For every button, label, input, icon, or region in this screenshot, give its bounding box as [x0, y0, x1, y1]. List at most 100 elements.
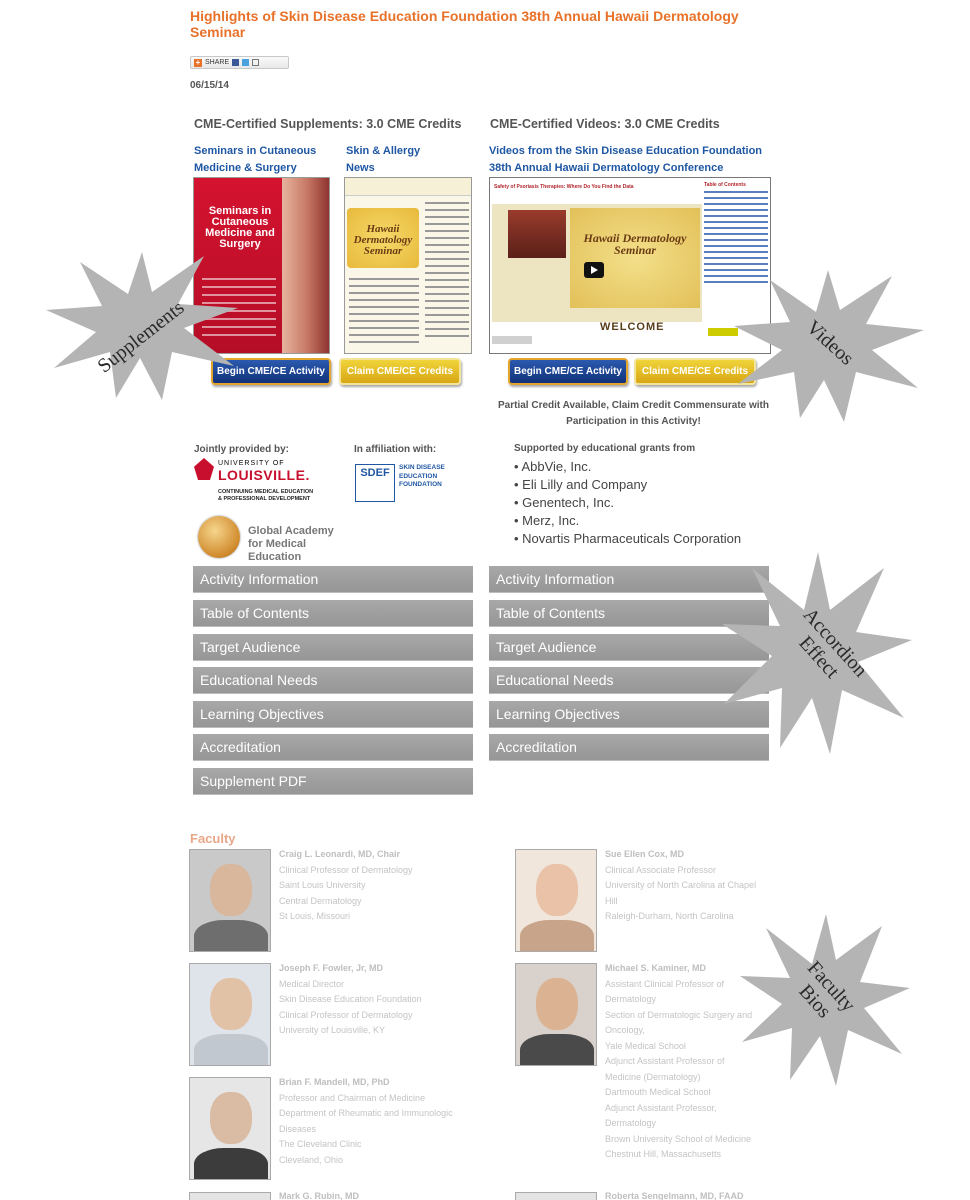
faculty-photo-fowler[interactable] — [189, 963, 271, 1066]
faculty-detail: Medicine (Dermatology) — [605, 1071, 701, 1082]
affiliation-label: In affiliation with: — [354, 444, 437, 455]
faculty-detail: Hill — [605, 895, 618, 906]
support-label: Supported by educational grants from — [514, 443, 696, 454]
global-academy-name: Global Academy for Medical Education — [248, 525, 334, 563]
faculty-detail: Brown University School of Medicine — [605, 1133, 752, 1144]
faculty-detail: Department of Rheumatic and Immunologic — [279, 1108, 453, 1118]
video-welcome: WELCOME — [600, 321, 665, 333]
skin-allergy-cover-image[interactable]: Hawaii Dermatology Seminar — [344, 177, 472, 354]
faculty-detail: Dermatology — [605, 1118, 657, 1128]
faculty-detail: Section of Dermatologic Surgery and — [605, 1009, 753, 1020]
accordion-left-accreditation[interactable]: Accreditation — [193, 734, 473, 761]
accordion-left-activity-information[interactable]: Activity Information — [193, 566, 473, 593]
faculty-name: Joseph F. Fowler, Jr, MD — [279, 963, 384, 973]
faculty-detail: Diseases — [279, 1123, 317, 1134]
louisville-university-text: UNIVERSITY OF — [218, 460, 285, 467]
faculty-detail: The Cleveland Clinic — [279, 1139, 362, 1149]
faculty-name: Craig L. Leonardi, MD, Chair — [279, 849, 401, 859]
faculty-bio-rubin: Mark G. Rubin, MD — [279, 1189, 359, 1200]
supplements-claim-button[interactable]: Claim CME/CE Credits — [339, 358, 461, 385]
sdef-logo[interactable]: SDEF SKIN DISEASE EDUCATION FOUNDATION — [355, 462, 445, 502]
faculty-detail: Clinical Professor of Dermatology — [279, 864, 413, 875]
faculty-bio-fowler: Joseph F. Fowler, Jr, MD Medical Directo… — [279, 961, 422, 1039]
videos-begin-button[interactable]: Begin CME/CE Activity — [508, 358, 628, 385]
skin-allergy-link[interactable]: Skin & Allergy News — [346, 143, 420, 177]
faculty-bio-leonardi: Craig L. Leonardi, MD, Chair Clinical Pr… — [279, 847, 413, 925]
faculty-photo-kaminer[interactable] — [515, 963, 597, 1066]
cardinal-icon — [194, 458, 214, 480]
faculty-photo-leonardi[interactable] — [189, 849, 271, 952]
accordion-left-supplement-pdf[interactable]: Supplement PDF — [193, 768, 473, 795]
grant-item: • Novartis Pharmaceuticals Corporation — [514, 531, 742, 546]
supplements-heading: CME-Certified Supplements: 3.0 CME Credi… — [194, 117, 462, 131]
faculty-name: Sue Ellen Cox, MD — [605, 849, 685, 859]
grant-item: • Genentech, Inc. — [514, 495, 614, 510]
grant-list: • AbbVie, Inc. • Eli Lilly and Company •… — [514, 458, 741, 548]
video-title: Safety of Psoriasis Therapies: Where Do … — [494, 184, 634, 190]
faculty-photo-sengelmann[interactable] — [515, 1192, 597, 1200]
faculty-detail: Raleigh-Durham, North Carolina — [605, 911, 734, 921]
video-player[interactable]: Safety of Psoriasis Therapies: Where Do … — [489, 177, 771, 354]
faculty-detail: University of North Carolina at Chapel — [605, 880, 757, 890]
hawaii-cover-title: Hawaii Dermatology Seminar — [353, 223, 413, 257]
skin-allergy-link-line2: News — [346, 162, 375, 174]
seminars-cover-title: Seminars in Cutaneous Medicine and Surge… — [205, 205, 275, 250]
speaker-thumbnail — [508, 210, 566, 258]
global-academy-logo[interactable]: Global Academy for Medical Education — [196, 514, 356, 563]
videos-link-line1: Videos from the Skin Disease Education F… — [489, 145, 763, 157]
louisville-name: LOUISVILLE. — [218, 467, 310, 483]
faculty-detail: University of Louisville, KY — [279, 1025, 386, 1035]
faculty-heading: Faculty — [190, 831, 236, 846]
faculty-name: Mark G. Rubin, MD — [279, 1191, 360, 1200]
sdef-logo-mark: SDEF — [355, 464, 395, 502]
faculty-detail: Central Dermatology — [279, 895, 362, 906]
video-poster-title: Hawaii Dermatology Seminar — [583, 231, 687, 257]
faculty-detail: Clinical Professor of Dermatology — [279, 1009, 413, 1020]
faculty-bio-cox: Sue Ellen Cox, MD Clinical Associate Pro… — [605, 847, 756, 925]
faculty-detail: Yale Medical School — [605, 1040, 686, 1051]
faculty-bio-sengelmann: Roberta Sengelmann, MD, FAAD — [605, 1189, 744, 1200]
videos-heading: CME-Certified Videos: 3.0 CME Credits — [490, 117, 720, 131]
email-icon — [252, 59, 260, 66]
faculty-detail: Assistant Clinical Professor of — [605, 978, 725, 989]
accordion-left-educational-needs[interactable]: Educational Needs — [193, 667, 473, 694]
faculty-name: Roberta Sengelmann, MD, FAAD — [605, 1191, 744, 1200]
faculty-detail: Adjunct Assistant Professor of — [605, 1056, 725, 1066]
faculty-detail: Professor and Chairman of Medicine — [279, 1092, 426, 1103]
videos-link-line2: 38th Annual Hawaii Dermatology Conferenc… — [489, 162, 724, 174]
faculty-detail: Adjunct Assistant Professor, — [605, 1102, 717, 1113]
faculty-detail: Skin Disease Education Foundation — [279, 994, 422, 1004]
seminars-link[interactable]: Seminars in Cutaneous Medicine & Surgery — [194, 143, 316, 177]
grant-item: • AbbVie, Inc. — [514, 459, 592, 474]
facebook-icon — [232, 59, 240, 66]
faculty-detail: Clinical Associate Professor — [605, 864, 717, 875]
faculty-detail: Cleveland, Ohio — [279, 1154, 344, 1165]
seminars-link-line2: Medicine & Surgery — [194, 162, 297, 174]
jointly-provided-label: Jointly provided by: — [194, 444, 290, 455]
louisville-dept: CONTINUING MEDICAL EDUCATION & PROFESSIO… — [218, 489, 314, 502]
publish-date: 06/15/14 — [190, 80, 229, 91]
faculty-photo-cox[interactable] — [515, 849, 597, 952]
plus-icon: + — [194, 57, 202, 67]
faculty-name: Brian F. Mandell, MD, PhD — [279, 1077, 390, 1087]
video-toc-title: Table of Contents — [704, 182, 746, 188]
twitter-icon — [242, 59, 250, 66]
faculty-detail: Dartmouth Medical School — [605, 1087, 711, 1097]
accordion-left-target-audience[interactable]: Target Audience — [193, 634, 473, 661]
faculty-detail: Saint Louis University — [279, 880, 366, 890]
accordion-left-learning-objectives[interactable]: Learning Objectives — [193, 701, 473, 728]
play-icon[interactable] — [584, 262, 604, 278]
faculty-detail: Oncology, — [605, 1025, 645, 1035]
faculty-photo-mandell[interactable] — [189, 1077, 271, 1180]
accordion-left-table-of-contents[interactable]: Table of Contents — [193, 600, 473, 627]
faculty-bio-mandell: Brian F. Mandell, MD, PhD Professor and … — [279, 1075, 453, 1168]
page-title: Highlights of Skin Disease Education Fou… — [190, 8, 739, 40]
faculty-detail: Dermatology — [605, 994, 657, 1004]
videos-link[interactable]: Videos from the Skin Disease Education F… — [489, 143, 762, 177]
share-button[interactable]: + SHARE — [190, 56, 289, 69]
faculty-detail: Chestnut Hill, Massachusetts — [605, 1149, 722, 1159]
faculty-photo-rubin[interactable] — [189, 1192, 271, 1200]
faculty-detail: St Louis, Missouri — [279, 911, 351, 921]
seminars-link-line1: Seminars in Cutaneous — [194, 145, 317, 157]
faculty-detail: Medical Director — [279, 978, 345, 989]
